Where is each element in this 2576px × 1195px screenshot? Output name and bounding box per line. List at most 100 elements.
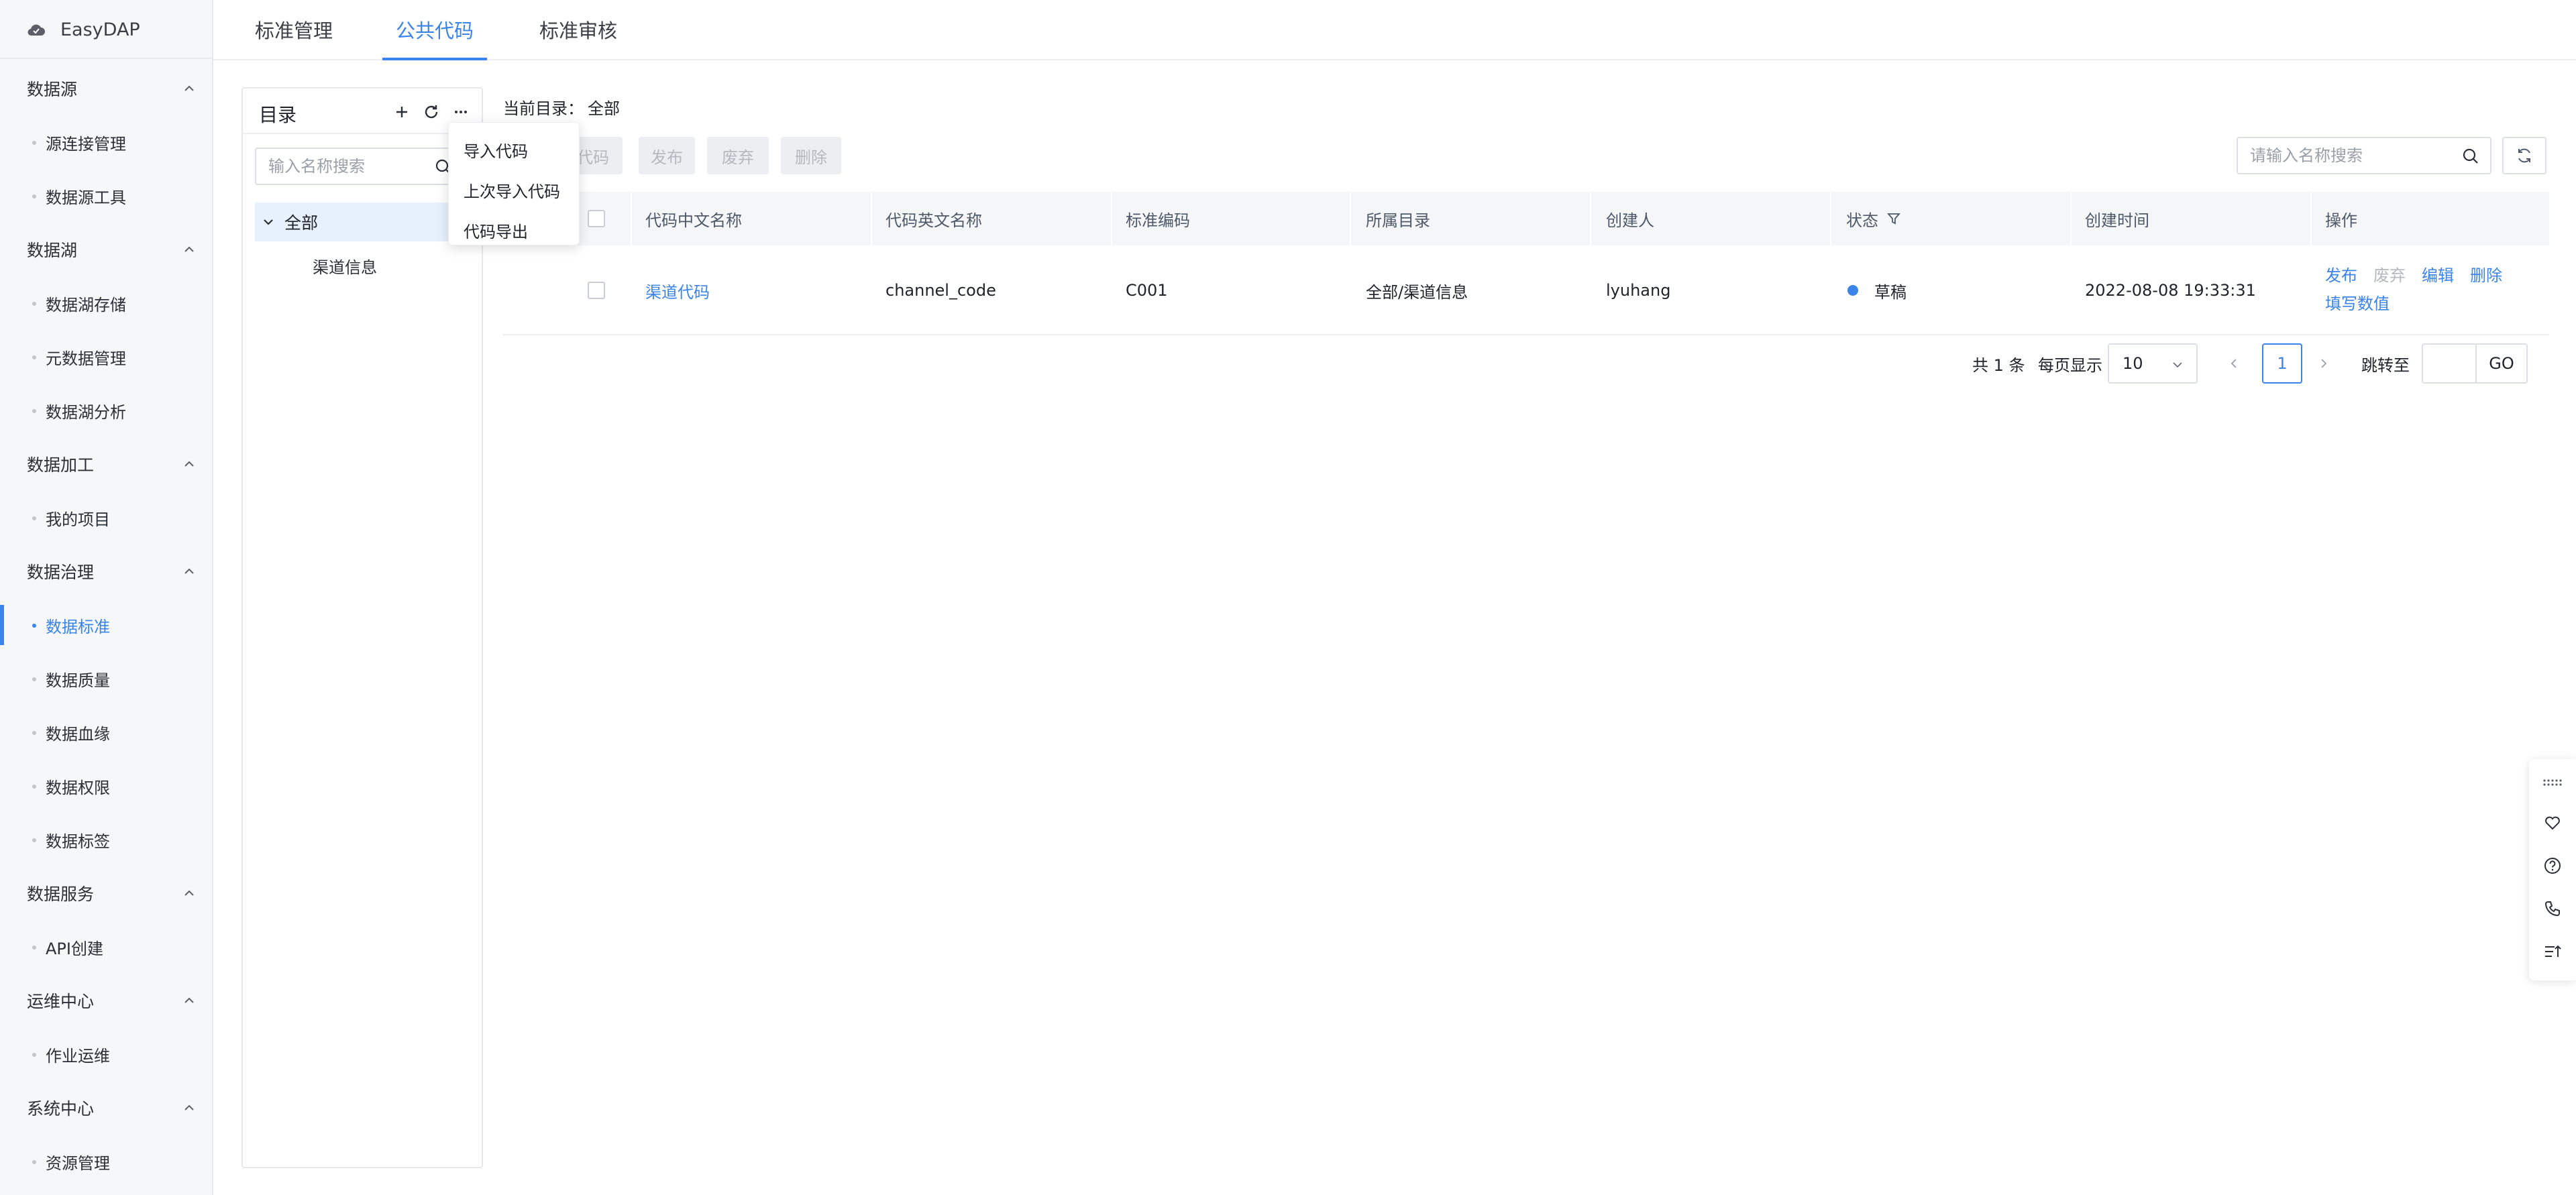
go-button[interactable]: GO (2475, 343, 2528, 384)
nav-group-data-source[interactable]: 数据源 (0, 68, 212, 109)
tree-node-root[interactable]: 全部 (255, 203, 471, 241)
back-to-top-icon[interactable] (2542, 942, 2563, 962)
refresh-table-button[interactable] (2502, 137, 2546, 174)
chevron-down-icon (2171, 358, 2184, 372)
help-icon[interactable] (2542, 856, 2563, 876)
chevron-up-icon (182, 457, 196, 471)
sidebar-item-job-ops[interactable]: 作业运维 (0, 1034, 212, 1074)
nav-group-label: 数据湖 (27, 241, 78, 260)
delete-button[interactable]: 删除 (781, 137, 841, 174)
pagination: 共 1 条 每页显示 10 1 跳转至 GO (1972, 343, 2536, 384)
button-label: 发布 (651, 148, 683, 167)
nav-group-system-center[interactable]: 系统中心 (0, 1088, 212, 1128)
table-search-field[interactable] (2237, 137, 2491, 174)
sidebar-item-label: 源连接管理 (46, 134, 126, 154)
more-icon[interactable] (451, 102, 471, 122)
jump-page-input[interactable] (2422, 343, 2477, 384)
next-page-icon[interactable] (2317, 343, 2330, 384)
table-search-input[interactable] (2250, 146, 2451, 165)
divider (243, 133, 482, 134)
sidebar-item-label: 数据血缘 (46, 724, 110, 744)
page-size-select[interactable]: 10 (2108, 343, 2198, 384)
sidebar-item-data-tags[interactable]: 数据标签 (0, 819, 212, 860)
prev-page-icon[interactable] (2227, 343, 2241, 384)
current-directory-value: 全部 (588, 99, 620, 118)
nav-group-data-governance[interactable]: 数据治理 (0, 551, 212, 591)
menu-item-export-code[interactable]: 代码导出 (449, 210, 579, 250)
tree-search-input[interactable] (268, 157, 423, 176)
catalog-title: 目录 (259, 104, 297, 126)
nav-group-ops-center[interactable]: 运维中心 (0, 980, 212, 1021)
nav-group-data-service[interactable]: 数据服务 (0, 873, 212, 913)
row-checkbox[interactable] (588, 245, 605, 335)
sidebar-item-label: 数据权限 (46, 778, 110, 797)
sidebar-item-data-standard[interactable]: 数据标准 (0, 605, 212, 645)
app-name: EasyDAP (60, 19, 140, 40)
drag-handle-icon[interactable] (2542, 773, 2563, 793)
refresh-icon (2515, 146, 2534, 165)
chevron-up-icon (182, 565, 196, 578)
sidebar-item-label: 数据源工具 (46, 188, 126, 207)
button-label: 删除 (795, 148, 827, 167)
fill-values-link[interactable]: 填写数值 (2325, 294, 2390, 313)
sidebar-item-label: 数据湖存储 (46, 295, 126, 315)
sidebar-item-lake-storage[interactable]: 数据湖存储 (0, 283, 212, 323)
nav-group-label: 数据源 (27, 80, 78, 99)
nav-group-data-lake[interactable]: 数据湖 (0, 229, 212, 270)
filter-icon[interactable] (1886, 211, 1901, 226)
total-count: 共 1 条 (1972, 355, 2025, 375)
sidebar-item-label: 数据标准 (46, 617, 110, 636)
tree-search-field[interactable] (255, 148, 459, 185)
sidebar-item-metadata[interactable]: 元数据管理 (0, 337, 212, 377)
catalog-panel: 目录 全部 渠道信息 (241, 87, 483, 1168)
refresh-icon[interactable] (421, 102, 441, 122)
edit-link[interactable]: 编辑 (2422, 266, 2454, 285)
current-directory: 当前目录： 全部 (503, 95, 620, 119)
column-header: 标准编码 (1126, 211, 1190, 230)
page-number-button[interactable]: 1 (2262, 343, 2302, 384)
favorite-heart-icon[interactable] (2542, 813, 2563, 833)
tab-standard-review[interactable]: 标准审核 (539, 0, 617, 59)
sidebar-item-resource-management[interactable]: 资源管理 (0, 1141, 212, 1182)
column-header: 创建人 (1606, 211, 1654, 230)
creator: lyuhang (1606, 281, 1671, 300)
phone-icon[interactable] (2542, 899, 2563, 919)
sidebar-item-api-create[interactable]: API创建 (0, 927, 212, 967)
tree-node-channel-info[interactable]: 渠道信息 (313, 252, 377, 279)
sidebar-item-lake-analysis[interactable]: 数据湖分析 (0, 390, 212, 431)
status-column-header: 状态 (1846, 192, 1901, 245)
discard-button[interactable]: 废弃 (707, 137, 769, 174)
discard-link[interactable]: 废弃 (2373, 266, 2406, 285)
tab-standard-management[interactable]: 标准管理 (255, 0, 333, 59)
search-icon[interactable] (2462, 148, 2479, 165)
sidebar-item-data-permissions[interactable]: 数据权限 (0, 766, 212, 806)
code-cn-name-link[interactable]: 渠道代码 (645, 245, 710, 335)
column-header: 操作 (2325, 211, 2357, 230)
nav-group-label: 系统中心 (27, 1099, 95, 1119)
menu-item-last-import[interactable]: 上次导入代码 (449, 170, 579, 210)
publish-button[interactable]: 发布 (639, 137, 695, 174)
tab-public-code[interactable]: 公共代码 (382, 0, 488, 60)
sidebar-item-data-quality[interactable]: 数据质量 (0, 659, 212, 699)
sidebar-item-data-lineage[interactable]: 数据血缘 (0, 712, 212, 752)
nav-group-label: 数据服务 (27, 885, 95, 904)
button-label: 废弃 (722, 148, 754, 167)
status-cell: 草稿 (1847, 245, 1907, 335)
nav-group-data-processing[interactable]: 数据加工 (0, 444, 212, 484)
sidebar-item-source-connections[interactable]: 源连接管理 (0, 122, 212, 162)
delete-link[interactable]: 删除 (2470, 266, 2502, 285)
nav-group-label: 运维中心 (27, 992, 95, 1011)
menu-item-import-code[interactable]: 导入代码 (449, 129, 579, 170)
catalog-more-menu: 导入代码 上次导入代码 代码导出 (448, 122, 580, 245)
sidebar-item-source-tools[interactable]: 数据源工具 (0, 176, 212, 216)
add-icon[interactable] (392, 102, 412, 122)
select-all-checkbox[interactable] (588, 192, 605, 245)
sidebar-item-my-projects[interactable]: 我的项目 (0, 498, 212, 538)
chevron-down-icon[interactable] (262, 215, 275, 229)
publish-link[interactable]: 发布 (2325, 266, 2357, 285)
standard-code: C001 (1126, 281, 1168, 300)
table-header: 代码中文名称 代码英文名称 标准编码 所属目录 创建人 状态 创建时间 操作 (503, 192, 2549, 245)
catalog-actions (392, 102, 471, 122)
tree-node-label: 全部 (284, 213, 319, 233)
brand[interactable]: EasyDAP (27, 16, 140, 43)
